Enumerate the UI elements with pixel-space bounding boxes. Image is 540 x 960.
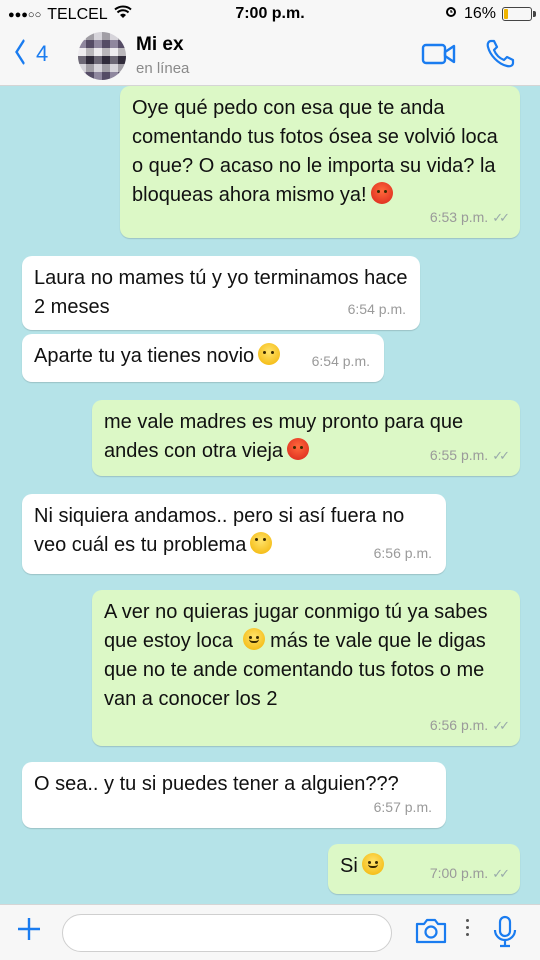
message-outgoing[interactable]: me vale madres es muy pronto para que an… <box>92 400 520 476</box>
message-text: Ni siquiera andamos.. pero si así fuera … <box>34 505 405 556</box>
battery-percent: 16% <box>463 4 496 22</box>
unamused-face-icon <box>258 343 281 365</box>
rolling-eyes-icon <box>250 532 273 554</box>
status-bar: ●●●○○ TELCEL 7:00 p.m. 16% <box>0 0 540 28</box>
message-incoming[interactable]: Laura no mames tú y yo terminamos hace 2… <box>22 256 420 330</box>
avatar[interactable] <box>78 32 126 80</box>
message-incoming[interactable]: Aparte tu ya tienes novio 6:54 p.m. <box>22 334 384 382</box>
message-time: 6:56 p.m. <box>429 717 489 733</box>
message-time: 6:55 p.m. <box>429 447 489 463</box>
battery-icon <box>502 6 536 21</box>
battery-level <box>504 8 508 19</box>
message-text: Oye qué pedo con esa que te anda comenta… <box>132 97 498 206</box>
chat-header: 4 Mi ex en línea <box>0 28 540 86</box>
message-text: O sea.. y tu si puedes tener a alguien??… <box>34 773 399 795</box>
camera-icon[interactable] <box>414 917 448 950</box>
angry-face-icon <box>287 438 310 460</box>
message-outgoing[interactable]: Si 7:00 p.m. ✓✓ <box>328 844 520 894</box>
message-text: Si <box>340 855 358 877</box>
message-time: 6:54 p.m. <box>347 301 406 317</box>
more-options-icon[interactable] <box>466 919 470 939</box>
message-incoming[interactable]: O sea.. y tu si puedes tener a alguien??… <box>22 762 446 828</box>
back-button[interactable]: 4 <box>12 38 48 70</box>
message-outgoing[interactable]: A ver no quieras jugar conmigo tú ya sab… <box>92 590 520 746</box>
message-outgoing[interactable]: Oye qué pedo con esa que te anda comenta… <box>120 86 520 238</box>
message-input[interactable] <box>62 914 392 952</box>
contact-info[interactable]: Mi ex en línea <box>136 34 189 77</box>
microphone-icon[interactable] <box>492 915 518 954</box>
double-check-icon: ✓✓ <box>492 210 510 225</box>
compose-bar <box>0 904 540 960</box>
angry-face-icon <box>370 182 393 204</box>
double-check-icon: ✓✓ <box>492 866 510 881</box>
smiling-face-icon <box>361 853 384 875</box>
phone-call-icon[interactable] <box>484 38 516 75</box>
video-call-icon[interactable] <box>421 42 457 71</box>
double-check-icon: ✓✓ <box>492 448 510 463</box>
smiling-face-icon <box>242 628 265 650</box>
contact-status: en línea <box>136 60 190 77</box>
message-time: 6:57 p.m. <box>373 799 432 815</box>
message-incoming[interactable]: Ni siquiera andamos.. pero si así fuera … <box>22 494 446 574</box>
message-list[interactable]: Oye qué pedo con esa que te anda comenta… <box>0 86 540 904</box>
contact-name: Mi ex <box>136 34 184 55</box>
message-time: 6:56 p.m. <box>373 545 432 561</box>
message-text: me vale madres es muy pronto para que an… <box>104 411 464 462</box>
attach-plus-icon[interactable] <box>16 913 42 949</box>
alarm-icon <box>444 4 458 23</box>
unread-count: 4 <box>36 41 49 66</box>
chevron-left-icon <box>14 38 25 70</box>
message-time: 6:53 p.m. <box>429 209 489 225</box>
message-text: Aparte tu ya tienes novio <box>34 345 255 367</box>
message-time: 6:54 p.m. <box>311 353 370 369</box>
message-time: 7:00 p.m. <box>429 865 489 881</box>
double-check-icon: ✓✓ <box>492 718 510 733</box>
